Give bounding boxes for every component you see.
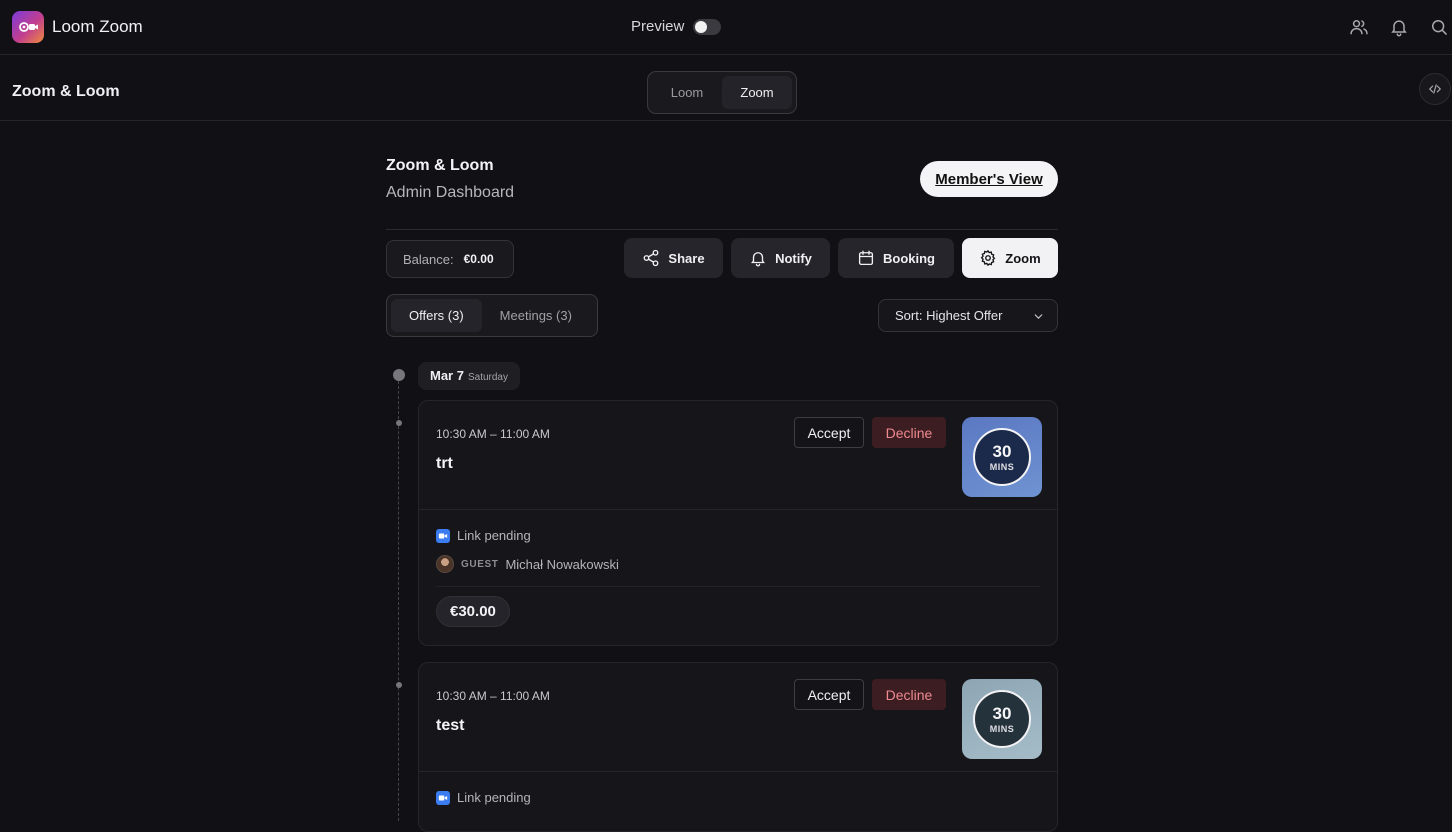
offer-title: trt bbox=[436, 455, 453, 472]
main-content: Zoom & Loom Admin Dashboard Member's Vie… bbox=[386, 121, 1058, 832]
link-status-text: Link pending bbox=[457, 528, 531, 543]
notify-label: Notify bbox=[775, 250, 812, 266]
app-logo[interactable] bbox=[12, 11, 44, 43]
sort-label: Sort: Highest Offer bbox=[895, 308, 1003, 323]
search-icon[interactable] bbox=[1429, 17, 1449, 37]
page-title: Zoom & Loom bbox=[12, 83, 120, 100]
preview-label: Preview bbox=[631, 18, 685, 35]
duration-unit: MINS bbox=[989, 461, 1015, 472]
preview-toggle[interactable] bbox=[693, 19, 721, 35]
sort-dropdown[interactable]: Sort: Highest Offer bbox=[878, 299, 1058, 332]
segment-zoom[interactable]: Zoom bbox=[722, 76, 792, 109]
top-bar: Loom Zoom Preview bbox=[0, 0, 1452, 55]
guest-tag: GUEST bbox=[461, 558, 499, 570]
duration-value: 30 bbox=[992, 703, 1012, 723]
offer-title: test bbox=[436, 717, 465, 734]
offer-card: 10:30 AM – 11:00 AM trt Accept Decline 3… bbox=[418, 400, 1058, 646]
duration-badge: 30 MINS bbox=[962, 679, 1042, 759]
dashboard-subtitle: Admin Dashboard bbox=[386, 184, 515, 201]
link-status: Link pending bbox=[436, 790, 531, 805]
member-view-button[interactable]: Member's View bbox=[920, 161, 1058, 197]
bell-icon bbox=[751, 252, 766, 267]
list-tabs: Offers (3) Meetings (3) bbox=[386, 294, 598, 337]
date-header: Mar 7 Saturday bbox=[418, 362, 520, 390]
sub-header: Zoom & Loom Loom Zoom bbox=[0, 56, 1452, 121]
duration-badge: 30 MINS bbox=[962, 417, 1042, 497]
booking-button[interactable]: Booking bbox=[838, 238, 954, 278]
notify-button[interactable]: Notify bbox=[731, 238, 830, 278]
timeline-line bbox=[398, 381, 399, 821]
link-status: Link pending bbox=[436, 528, 531, 543]
date-label: Mar 7 bbox=[430, 368, 464, 383]
code-icon bbox=[1428, 84, 1442, 94]
decline-button[interactable]: Decline bbox=[872, 679, 946, 710]
balance-label: Balance: bbox=[403, 251, 454, 267]
booking-label: Booking bbox=[883, 250, 935, 266]
offer-card: 10:30 AM – 11:00 AM test Accept Decline … bbox=[418, 662, 1058, 832]
dashboard-title: Zoom & Loom bbox=[386, 157, 494, 174]
code-button[interactable] bbox=[1419, 73, 1451, 105]
decline-button[interactable]: Decline bbox=[872, 417, 946, 448]
offer-price: €30.00 bbox=[436, 596, 510, 627]
bell-icon[interactable] bbox=[1389, 17, 1409, 37]
accept-button[interactable]: Accept bbox=[794, 417, 864, 448]
platform-switch: Loom Zoom bbox=[647, 71, 797, 114]
app-title: Loom Zoom bbox=[52, 17, 143, 36]
tab-meetings[interactable]: Meetings (3) bbox=[482, 299, 590, 332]
timeline-dot bbox=[396, 420, 402, 426]
offer-time: 10:30 AM – 11:00 AM bbox=[436, 427, 550, 441]
share-label: Share bbox=[668, 250, 705, 266]
weekday-label: Saturday bbox=[467, 372, 508, 383]
timeline-date-dot bbox=[393, 369, 405, 381]
chevron-down-icon bbox=[1034, 314, 1043, 319]
timeline-dot bbox=[396, 682, 402, 688]
segment-loom[interactable]: Loom bbox=[652, 76, 722, 109]
balance-display: Balance: €0.00 bbox=[386, 240, 514, 278]
zoom-video-icon bbox=[436, 790, 450, 805]
logo-icon bbox=[19, 22, 38, 32]
calendar-icon bbox=[858, 250, 874, 266]
users-icon[interactable] bbox=[1349, 17, 1369, 37]
accept-button[interactable]: Accept bbox=[794, 679, 864, 710]
share-button[interactable]: Share bbox=[624, 238, 723, 278]
guest-name: Michał Nowakowski bbox=[505, 556, 619, 572]
divider bbox=[436, 586, 1040, 587]
avatar bbox=[436, 555, 454, 573]
gear-icon bbox=[980, 249, 996, 267]
zoom-video-icon bbox=[436, 528, 450, 543]
tab-offers[interactable]: Offers (3) bbox=[391, 299, 482, 332]
share-icon bbox=[643, 249, 659, 267]
link-status-text: Link pending bbox=[457, 790, 531, 805]
balance-value: €0.00 bbox=[463, 252, 494, 266]
divider bbox=[386, 229, 1058, 230]
guest-info: GUEST Michał Nowakowski bbox=[436, 555, 619, 573]
zoom-settings-button[interactable]: Zoom bbox=[962, 238, 1058, 278]
zoom-label: Zoom bbox=[1005, 250, 1041, 266]
offer-time: 10:30 AM – 11:00 AM bbox=[436, 689, 550, 703]
duration-unit: MINS bbox=[989, 723, 1015, 734]
duration-value: 30 bbox=[992, 441, 1012, 461]
